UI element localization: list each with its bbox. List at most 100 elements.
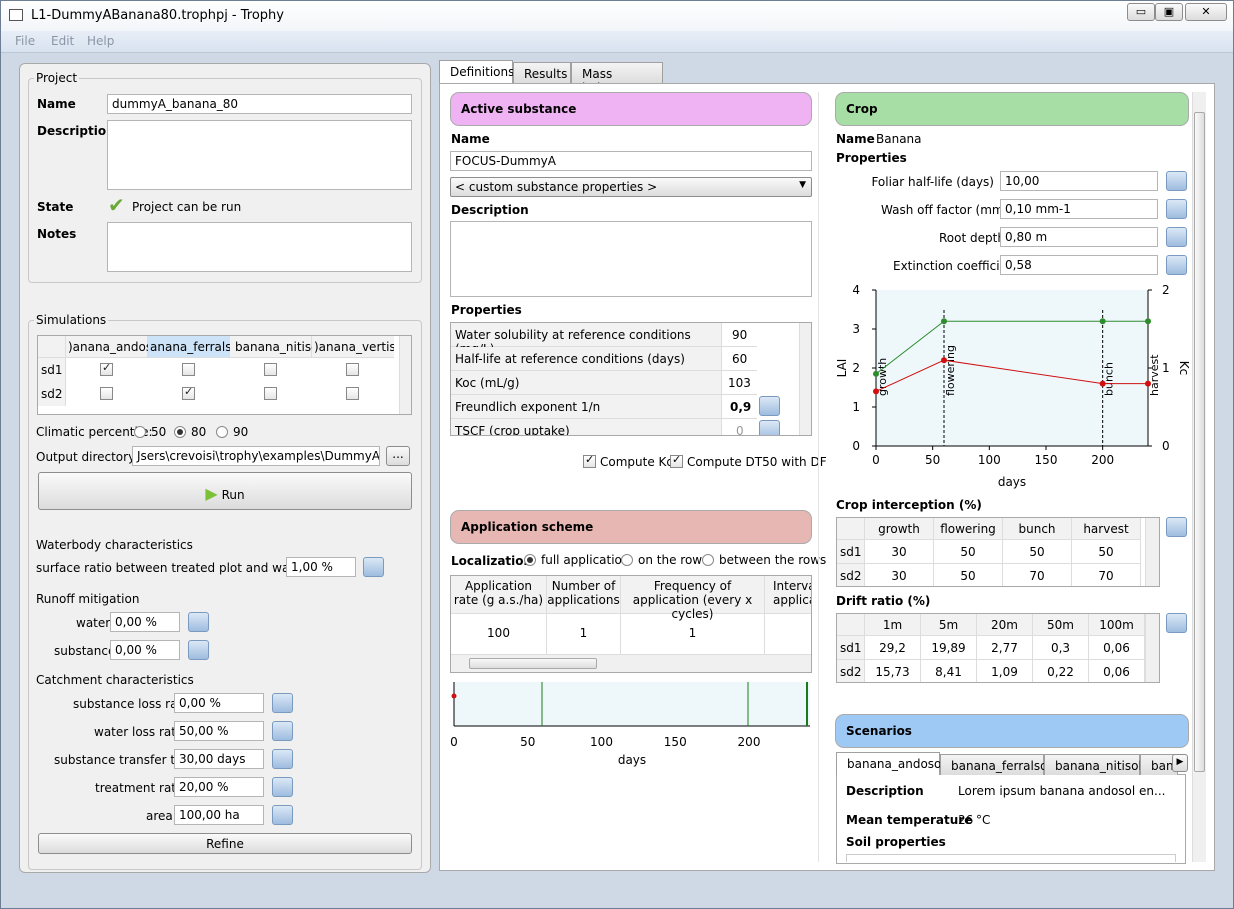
- app-cell[interactable]: 1: [621, 614, 765, 654]
- maximize-button[interactable]: ▣: [1155, 3, 1183, 21]
- menu-file[interactable]: File: [15, 34, 35, 48]
- minimize-button[interactable]: ▭: [1127, 3, 1155, 21]
- menu-help[interactable]: Help: [87, 34, 114, 48]
- prop-value[interactable]: 60: [721, 347, 757, 371]
- refresh-icon[interactable]: [1166, 199, 1187, 219]
- crop-prop-input[interactable]: 0,10 mm-1: [1000, 199, 1158, 219]
- tab-results[interactable]: Results: [513, 62, 571, 84]
- refresh-icon[interactable]: [1166, 517, 1187, 537]
- table-scrollbar[interactable]: [1145, 614, 1159, 682]
- output-directory-input[interactable]: Jsers\crevoisi\trophy\examples\DummyABan…: [132, 446, 380, 466]
- application-hscrollbar[interactable]: [451, 654, 811, 672]
- refresh-icon[interactable]: [363, 557, 384, 577]
- refresh-icon[interactable]: [272, 777, 293, 797]
- refresh-icon[interactable]: [1166, 613, 1187, 633]
- refine-button[interactable]: Refine: [38, 833, 412, 854]
- surface-ratio-input[interactable]: 1,00 %: [286, 557, 356, 577]
- sim-checkbox[interactable]: [346, 363, 359, 376]
- tab-mass-balances[interactable]: Mass balances: [571, 62, 663, 95]
- table-cell[interactable]: 70: [1072, 564, 1141, 586]
- localization-radio-full[interactable]: [524, 554, 536, 566]
- run-button[interactable]: ▶ Run: [38, 472, 412, 510]
- sim-checkbox[interactable]: [264, 387, 277, 400]
- refresh-icon[interactable]: [1166, 171, 1187, 191]
- table-cell[interactable]: 30: [865, 540, 934, 564]
- table-cell[interactable]: 30: [865, 564, 934, 586]
- refresh-icon[interactable]: [1166, 255, 1187, 275]
- table-cell[interactable]: 50: [1072, 540, 1141, 564]
- menu-edit[interactable]: Edit: [51, 34, 74, 48]
- catchment-input[interactable]: 0,00 %: [174, 693, 264, 713]
- crop-prop-input[interactable]: 0,80 m: [1000, 227, 1158, 247]
- table-cell[interactable]: 19,89: [921, 636, 977, 660]
- project-name-input[interactable]: dummyA_banana_80: [107, 94, 412, 114]
- scrollbar-thumb[interactable]: [1194, 112, 1205, 772]
- catchment-input[interactable]: 30,00 days: [174, 749, 264, 769]
- table-cell[interactable]: 29,2: [865, 636, 921, 660]
- refresh-icon[interactable]: [188, 612, 209, 632]
- browse-button[interactable]: ...: [386, 446, 410, 466]
- sim-checkbox[interactable]: ✓: [100, 361, 113, 376]
- localization-radio-row[interactable]: [621, 554, 633, 566]
- localization-radio-between[interactable]: [702, 554, 714, 566]
- percentile-radio-80[interactable]: [174, 426, 186, 438]
- crop-prop-input[interactable]: 0,58: [1000, 255, 1158, 275]
- table-cell[interactable]: 0,22: [1033, 660, 1089, 682]
- substance-description-input[interactable]: [450, 221, 812, 297]
- refresh-icon[interactable]: [759, 420, 780, 435]
- crop-prop-input[interactable]: 10,00: [1000, 171, 1158, 191]
- sim-col-header[interactable]: )anana_andoso: [66, 336, 159, 358]
- sim-table-scrollbar[interactable]: [399, 336, 411, 414]
- tab-scroll-button[interactable]: ▶: [1172, 754, 1188, 772]
- refresh-icon[interactable]: [272, 721, 293, 741]
- refresh-icon[interactable]: [272, 749, 293, 769]
- refresh-icon[interactable]: [759, 396, 780, 416]
- compute-kd-checkbox[interactable]: ✓: [583, 453, 596, 468]
- substance-preset-dropdown[interactable]: < custom substance properties > ▼: [450, 177, 812, 197]
- refresh-icon[interactable]: [188, 640, 209, 660]
- table-cell[interactable]: 50: [934, 540, 1003, 564]
- table-cell[interactable]: 1,09: [977, 660, 1033, 682]
- percentile-radio-90[interactable]: [216, 426, 228, 438]
- sim-col-header[interactable]: banana_nitisol: [230, 336, 322, 358]
- prop-value[interactable]: 0: [721, 419, 757, 435]
- app-cell[interactable]: 1: [547, 614, 621, 654]
- tab-definitions[interactable]: Definitions: [439, 60, 514, 84]
- prop-value[interactable]: 103: [721, 371, 757, 395]
- sim-checkbox[interactable]: [182, 363, 195, 376]
- project-notes-input[interactable]: [107, 222, 412, 272]
- table-cell[interactable]: 15,73: [865, 660, 921, 682]
- sim-col-header[interactable]: anana_ferralso: [148, 336, 239, 358]
- right-column-scrollbar[interactable]: [1192, 92, 1206, 862]
- properties-scrollbar[interactable]: [799, 323, 811, 435]
- refresh-icon[interactable]: [272, 693, 293, 713]
- sim-col-header[interactable]: )anana_vertisol: [312, 336, 394, 358]
- sim-checkbox[interactable]: ✓: [182, 385, 195, 400]
- table-cell[interactable]: 0,3: [1033, 636, 1089, 660]
- table-cell[interactable]: 2,77: [977, 636, 1033, 660]
- scrollbar-thumb[interactable]: [469, 658, 597, 669]
- compute-dt50-checkbox[interactable]: ✓: [670, 453, 683, 468]
- prop-value[interactable]: 0,9: [721, 395, 757, 419]
- table-cell[interactable]: 0,06: [1089, 660, 1145, 682]
- sim-checkbox[interactable]: [346, 387, 359, 400]
- scenario-tab[interactable]: banana_andosol: [836, 752, 945, 775]
- project-description-input[interactable]: [107, 120, 412, 190]
- prop-value[interactable]: 90: [721, 323, 757, 347]
- catchment-input[interactable]: 50,00 %: [174, 721, 264, 741]
- close-button[interactable]: ✕: [1185, 3, 1227, 21]
- catchment-input[interactable]: 20,00 %: [174, 777, 264, 797]
- app-cell[interactable]: 100: [451, 614, 547, 654]
- table-cell[interactable]: 0,06: [1089, 636, 1145, 660]
- table-scrollbar[interactable]: [1145, 518, 1159, 586]
- table-cell[interactable]: 8,41: [921, 660, 977, 682]
- sim-checkbox[interactable]: [264, 363, 277, 376]
- scenario-tab[interactable]: banana_ferralsol: [940, 754, 1051, 775]
- substance-name-input[interactable]: FOCUS-DummyA: [450, 151, 812, 171]
- refresh-icon[interactable]: [272, 805, 293, 825]
- refresh-icon[interactable]: [1166, 227, 1187, 247]
- catchment-input[interactable]: 100,00 ha: [174, 805, 264, 825]
- table-cell[interactable]: 50: [1003, 540, 1072, 564]
- runoff-substance-input[interactable]: 0,00 %: [110, 640, 180, 660]
- runoff-water-input[interactable]: 0,00 %: [110, 612, 180, 632]
